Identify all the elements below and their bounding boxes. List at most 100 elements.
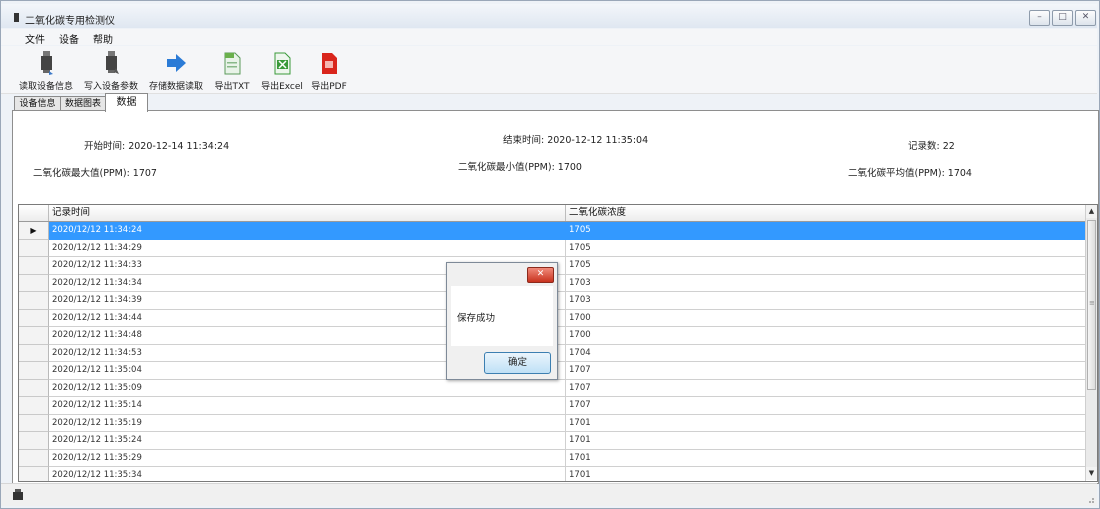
read-device-info-label: 读取设备信息 [18, 82, 73, 92]
title-bar[interactable]: 二氧化碳专用检测仪 [1, 4, 1097, 28]
row-header[interactable]: ▶ [19, 222, 49, 240]
cell-co2-value[interactable]: 1700 [566, 309, 1086, 327]
scroll-up-arrow-icon[interactable]: ▲ [1086, 205, 1097, 218]
co2-min-text: 二氧化碳最小值(PPM): 1700 [458, 162, 582, 173]
write-device-params-button[interactable]: 写入设备参数 [80, 48, 142, 92]
read-stored-data-button[interactable]: 存储数据读取 [145, 48, 207, 92]
table-row[interactable]: 2020/12/12 11:35:34 1701 [19, 467, 1086, 481]
dialog-message: 保存成功 [457, 313, 496, 324]
table-row[interactable]: 2020/12/12 11:35:14 1707 [19, 397, 1086, 415]
cell-record-time[interactable]: 2020/12/12 11:35:29 [49, 449, 566, 467]
row-header[interactable] [19, 379, 49, 397]
cell-co2-value[interactable]: 1707 [566, 362, 1086, 380]
read-stored-data-label: 存储数据读取 [148, 82, 203, 92]
status-bar [1, 483, 1097, 506]
records-grid[interactable]: 记录时间 二氧化碳浓度 ▶ 2020/12/12 11:34:24 1705 2020… [18, 204, 1098, 482]
read-device-info-button[interactable]: 读取设备信息 [14, 48, 78, 92]
export-pdf-label: 导出PDF [311, 82, 347, 92]
row-header[interactable] [19, 397, 49, 415]
cell-co2-value[interactable]: 1704 [566, 344, 1086, 362]
cell-co2-value[interactable]: 1707 [566, 379, 1086, 397]
write-device-params-label: 写入设备参数 [83, 82, 138, 92]
cell-co2-value[interactable]: 1701 [566, 449, 1086, 467]
row-header[interactable] [19, 292, 49, 310]
grid-vertical-scrollbar[interactable]: ▲ ≡ ▼ [1085, 205, 1097, 480]
export-txt-button[interactable]: 导出TXT [212, 48, 252, 92]
scroll-thumb[interactable]: ≡ [1087, 220, 1096, 390]
maximize-button[interactable]: □ [1052, 10, 1073, 26]
dialog-ok-button[interactable]: 确定 [484, 352, 551, 374]
menu-help[interactable]: 帮助 [93, 31, 113, 46]
cell-co2-value[interactable]: 1703 [566, 292, 1086, 310]
grid-header: 记录时间 二氧化碳浓度 [19, 205, 1086, 222]
row-header[interactable] [19, 327, 49, 345]
row-header[interactable] [19, 414, 49, 432]
cell-co2-value[interactable]: 1705 [566, 239, 1086, 257]
excel-icon [274, 52, 291, 75]
cell-co2-value[interactable]: 1707 [566, 397, 1086, 415]
row-header[interactable] [19, 309, 49, 327]
cell-co2-value[interactable]: 1701 [566, 467, 1086, 481]
table-row[interactable]: 2020/12/12 11:35:09 1707 [19, 379, 1086, 397]
menu-file[interactable]: 文件 [25, 31, 45, 46]
cell-co2-value[interactable]: 1703 [566, 274, 1086, 292]
export-excel-button[interactable]: 导出Excel [258, 48, 306, 92]
resize-grip-icon[interactable] [1085, 494, 1095, 504]
cell-co2-value[interactable]: 1701 [566, 414, 1086, 432]
minimize-button[interactable]: – [1029, 10, 1050, 26]
cell-record-time[interactable]: 2020/12/12 11:35:19 [49, 414, 566, 432]
row-header[interactable] [19, 362, 49, 380]
column-header-co2[interactable]: 二氧化碳浓度 [566, 205, 1086, 221]
table-row[interactable]: 2020/12/12 11:35:29 1701 [19, 449, 1086, 467]
dialog-content: 保存成功 [451, 286, 553, 346]
cell-record-time[interactable]: 2020/12/12 11:35:09 [49, 379, 566, 397]
cell-record-time[interactable]: 2020/12/12 11:34:24 [49, 222, 566, 240]
cell-co2-value[interactable]: 1705 [566, 222, 1086, 240]
column-header-time[interactable]: 记录时间 [49, 205, 566, 221]
scroll-grip-icon: ≡ [1089, 299, 1095, 307]
pdf-icon [322, 53, 337, 74]
row-header[interactable] [19, 344, 49, 362]
table-row[interactable]: 2020/12/12 11:35:19 1701 [19, 414, 1086, 432]
cell-record-time[interactable]: 2020/12/12 11:35:14 [49, 397, 566, 415]
record-count-text: 记录数: 22 [908, 141, 955, 152]
cell-record-time[interactable]: 2020/12/12 11:35:34 [49, 467, 566, 481]
menu-device[interactable]: 设备 [59, 31, 79, 46]
row-header-corner [19, 205, 49, 221]
co2-max-text: 二氧化碳最大值(PPM): 1707 [33, 168, 157, 179]
row-header[interactable] [19, 239, 49, 257]
tab-data-chart[interactable]: 数据图表 [60, 96, 106, 111]
co2-avg-text: 二氧化碳平均值(PPM): 1704 [848, 168, 972, 179]
row-header[interactable] [19, 257, 49, 275]
cell-record-time[interactable]: 2020/12/12 11:34:29 [49, 239, 566, 257]
cell-co2-value[interactable]: 1705 [566, 257, 1086, 275]
row-header[interactable] [19, 449, 49, 467]
tab-device-info[interactable]: 设备信息 [14, 96, 61, 111]
device-status-icon [13, 489, 23, 500]
usb-drive-icon [41, 51, 53, 75]
dialog-close-button[interactable]: ✕ [527, 267, 554, 283]
export-pdf-button[interactable]: 导出PDF [309, 48, 349, 92]
blue-arrow-icon [167, 54, 186, 72]
green-document-icon [224, 52, 241, 75]
close-window-button[interactable]: ✕ [1075, 10, 1096, 26]
table-row[interactable]: ▶ 2020/12/12 11:34:24 1705 [19, 222, 1086, 240]
tab-data[interactable]: 数据 [105, 93, 148, 112]
current-row-indicator-icon: ▶ [30, 226, 37, 235]
table-row[interactable]: 2020/12/12 11:34:29 1705 [19, 239, 1086, 257]
cell-co2-value[interactable]: 1700 [566, 327, 1086, 345]
export-excel-label: 导出Excel [261, 82, 303, 92]
start-time-text: 开始时间: 2020-12-14 11:34:24 [84, 141, 230, 152]
row-header[interactable] [19, 432, 49, 450]
app-icon [14, 13, 19, 22]
row-header[interactable] [19, 274, 49, 292]
table-row[interactable]: 2020/12/12 11:35:24 1701 [19, 432, 1086, 450]
cell-record-time[interactable]: 2020/12/12 11:35:24 [49, 432, 566, 450]
menu-bar [1, 29, 1097, 45]
scroll-down-arrow-icon[interactable]: ▼ [1086, 467, 1097, 480]
window-title: 二氧化碳专用检测仪 [25, 16, 115, 27]
message-dialog[interactable]: ✕ 保存成功 确定 [446, 262, 558, 380]
row-header[interactable] [19, 467, 49, 481]
cell-co2-value[interactable]: 1701 [566, 432, 1086, 450]
end-time-text: 结束时间: 2020-12-12 11:35:04 [503, 135, 649, 146]
